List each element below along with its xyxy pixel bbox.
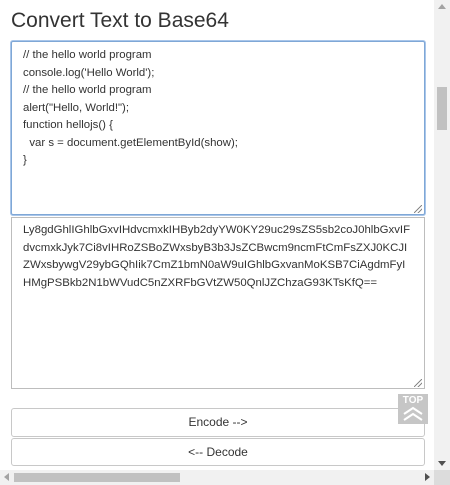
output-resize-handle[interactable]	[414, 379, 422, 387]
encode-button[interactable]: Encode -->	[11, 408, 425, 437]
base64-output-area[interactable]: Ly8gdGhlIGhlbGxvIHdvcmxkIHByb2dyYW0KY29u…	[11, 217, 425, 389]
vertical-scrollbar[interactable]	[434, 0, 450, 470]
scroll-left-arrow-icon[interactable]	[4, 473, 9, 481]
scroll-down-arrow-icon[interactable]	[438, 461, 446, 466]
top-label: TOP	[402, 395, 424, 406]
page-title: Convert Text to Base64	[11, 9, 229, 32]
horizontal-scroll-thumb[interactable]	[14, 473, 180, 482]
input-resize-handle[interactable]	[414, 205, 422, 213]
decode-button[interactable]: <-- Decode	[11, 438, 425, 466]
double-chevron-up-icon	[403, 406, 423, 421]
scroll-up-arrow-icon[interactable]	[438, 4, 446, 9]
page-viewport: Convert Text to Base64 // the hello worl…	[0, 0, 434, 470]
text-input-area[interactable]: // the hello world program console.log('…	[11, 41, 425, 215]
horizontal-scrollbar[interactable]	[0, 470, 434, 485]
scroll-to-top-button[interactable]: TOP	[398, 394, 428, 424]
scrollbar-corner	[434, 470, 450, 485]
scroll-right-arrow-icon[interactable]	[425, 473, 430, 481]
vertical-scroll-thumb[interactable]	[437, 87, 447, 130]
